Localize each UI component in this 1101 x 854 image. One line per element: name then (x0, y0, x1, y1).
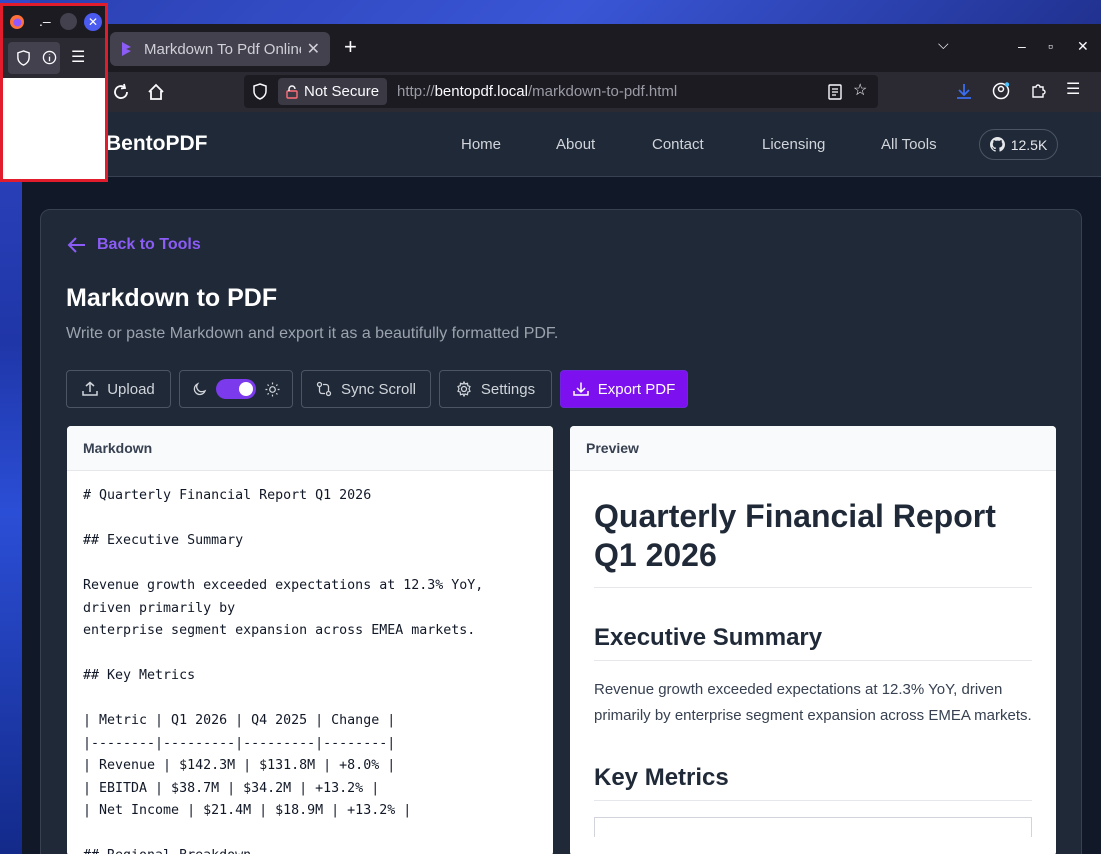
popup-title-text: .– (39, 13, 51, 29)
arrow-left-icon (67, 237, 85, 253)
export-pdf-label: Export PDF (597, 380, 676, 398)
not-secure-label: Not Secure (304, 83, 380, 100)
preview-heading-1: Quarterly Financial Report Q1 2026 (594, 497, 1032, 588)
app-menu-hamburger-icon[interactable]: ☰ (1066, 79, 1080, 99)
tab-bar: Markdown To Pdf Online ✕ + ⌵ – ▫ ✕ (22, 24, 1101, 72)
github-star-count: 12.5K (1010, 136, 1048, 153)
preview-heading-summary: Executive Summary (594, 624, 1032, 661)
new-tab-button[interactable]: + (344, 34, 357, 60)
url-path: /markdown-to-pdf.html (527, 83, 678, 100)
url-text[interactable]: http://bentopdf.local/markdown-to-pdf.ht… (397, 83, 677, 100)
preview-panel: Preview Quarterly Financial Report Q1 20… (570, 426, 1056, 854)
markdown-panel-header: Markdown (67, 426, 553, 471)
tab-close-icon[interactable]: ✕ (307, 39, 320, 59)
tab-markdown-to-pdf[interactable]: Markdown To Pdf Online ✕ (110, 32, 330, 66)
browser-window: Markdown To Pdf Online ✕ + ⌵ – ▫ ✕ Not S… (22, 24, 1101, 854)
preview-panel-header: Preview (570, 426, 1056, 471)
site-header: BentoPDF Home About Contact Licensing Al… (22, 112, 1101, 177)
sun-icon (264, 381, 280, 397)
minimize-button[interactable]: – (1018, 38, 1026, 54)
url-host: bentopdf.local (434, 83, 528, 100)
tab-title: Markdown To Pdf Online (144, 40, 301, 58)
back-to-tools-label: Back to Tools (97, 236, 201, 253)
close-window-button[interactable]: ✕ (1077, 38, 1089, 55)
sync-scroll-icon (316, 381, 332, 397)
github-stars-button[interactable]: 12.5K (979, 129, 1058, 160)
popup-urlbar[interactable] (8, 42, 60, 74)
site-brand-logo[interactable]: BentoPDF (106, 132, 208, 156)
bentopdf-favicon-icon (122, 42, 131, 56)
url-bar[interactable]: Not Secure http://bentopdf.local/markdow… (244, 75, 878, 108)
tab-list-chevron-icon[interactable]: ⌵ (938, 36, 949, 53)
nav-link-contact[interactable]: Contact (652, 136, 704, 153)
home-icon[interactable] (147, 83, 165, 101)
export-pdf-button[interactable]: Export PDF (560, 370, 688, 408)
preview-metrics-table (594, 817, 1032, 837)
theme-toggle-switch[interactable] (215, 379, 256, 399)
settings-label: Settings (480, 380, 536, 398)
gear-icon (457, 381, 471, 397)
back-to-tools-link[interactable]: Back to Tools (67, 236, 201, 254)
reader-view-icon[interactable] (828, 84, 842, 100)
nav-link-home[interactable]: Home (461, 136, 501, 153)
upload-button[interactable]: Upload (66, 370, 171, 408)
upload-label: Upload (107, 380, 155, 398)
popup-content-area (3, 78, 105, 179)
moon-icon (193, 382, 206, 396)
tool-card: Back to Tools Markdown to PDF Write or p… (40, 209, 1082, 854)
preview-content: Quarterly Financial Report Q1 2026 Execu… (570, 471, 1056, 854)
reload-icon[interactable] (112, 83, 130, 101)
firefox-logo-icon (10, 15, 24, 29)
tracking-shield-icon[interactable] (252, 83, 268, 100)
url-scheme: http:// (397, 83, 435, 100)
toggle-knob (238, 382, 253, 396)
popup-shield-icon (17, 50, 30, 66)
nav-link-all-tools[interactable]: All Tools (881, 136, 937, 153)
downloads-icon[interactable] (956, 83, 972, 100)
sync-scroll-button[interactable]: Sync Scroll (301, 370, 431, 408)
sync-scroll-label: Sync Scroll (340, 380, 417, 398)
web-page: BentoPDF Home About Contact Licensing Al… (22, 112, 1101, 854)
popup-title-bar: .– ✕ (3, 6, 105, 38)
markdown-editor-panel: Markdown # Quarterly Financial Report Q1… (67, 426, 553, 854)
download-icon (572, 382, 589, 396)
popup-close-button[interactable]: ✕ (84, 13, 102, 31)
upload-icon (82, 381, 98, 396)
popup-maximize-button[interactable] (60, 13, 77, 30)
page-subtitle: Write or paste Markdown and export it as… (66, 325, 559, 342)
popup-menu-hamburger-icon[interactable]: ☰ (71, 47, 85, 67)
extensions-puzzle-icon[interactable] (1030, 82, 1047, 99)
markdown-textarea[interactable]: # Quarterly Financial Report Q1 2026 ## … (67, 471, 553, 854)
popup-toolbar: ☰ (3, 38, 105, 78)
page-title: Markdown to PDF (66, 284, 278, 312)
theme-toggle-group (179, 370, 293, 408)
bookmark-star-icon[interactable]: ☆ (853, 80, 867, 100)
preview-summary-paragraph: Revenue growth exceeded expectations at … (594, 681, 1032, 724)
maximize-button[interactable]: ▫ (1048, 38, 1053, 54)
nav-toolbar: Not Secure http://bentopdf.local/markdow… (22, 72, 1101, 112)
popup-info-icon (42, 50, 57, 65)
account-icon[interactable] (992, 82, 1010, 100)
nav-link-about[interactable]: About (556, 136, 595, 153)
not-secure-badge[interactable]: Not Secure (278, 78, 388, 105)
popup-browser-window[interactable]: .– ✕ ☰ (0, 3, 108, 182)
nav-link-licensing[interactable]: Licensing (762, 136, 825, 153)
insecure-lock-icon (286, 84, 298, 99)
github-icon (989, 137, 1005, 152)
settings-button[interactable]: Settings (439, 370, 552, 408)
preview-heading-metrics: Key Metrics (594, 764, 1032, 801)
